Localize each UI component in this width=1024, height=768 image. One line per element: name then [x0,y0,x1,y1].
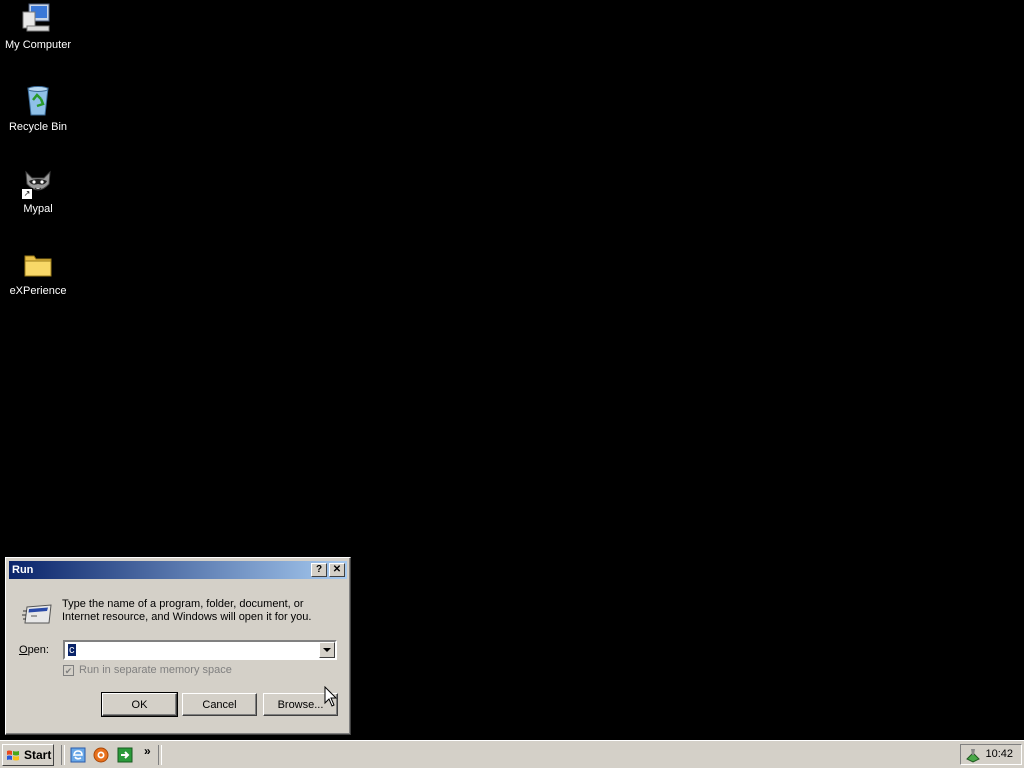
taskbar-separator [158,745,162,765]
desktop-icon-mypal[interactable]: ↗ Mypal [0,166,76,215]
dialog-title: Run [12,564,34,576]
mouse-cursor-icon [324,685,338,708]
taskbar: Start » 10:42 [0,740,1024,768]
desktop-icon-my-computer[interactable]: My Computer [0,2,76,51]
quicklaunch-chevron[interactable]: » [144,744,151,758]
folder-icon [21,248,55,282]
my-computer-icon [21,2,55,36]
taskbar-separator [61,745,65,765]
start-label: Start [24,748,52,762]
desktop-icon-recycle-bin[interactable]: Recycle Bin [0,84,76,133]
desktop-icon-label: Recycle Bin [8,121,68,133]
recycle-bin-icon [21,84,55,118]
run-program-icon [21,601,55,625]
safely-remove-hardware-icon[interactable] [965,747,981,763]
run-dialog: Run ? ✕ Type the name of a program, fold… [5,557,351,735]
help-button[interactable]: ? [311,563,327,577]
open-combobox[interactable]: c [63,640,337,660]
desktop-icon-label: Mypal [23,203,53,215]
show-desktop-icon[interactable] [117,747,133,763]
internet-explorer-icon[interactable] [70,747,86,763]
system-tray: 10:42 [960,744,1022,765]
cancel-button[interactable]: Cancel [182,693,257,716]
start-button[interactable]: Start [2,744,54,766]
shortcut-arrow-icon: ↗ [21,188,33,200]
separate-memory-label: Run in separate memory space [79,664,232,676]
ok-button[interactable]: OK [101,692,178,717]
mypal-browser-icon[interactable] [93,747,109,763]
title-bar[interactable]: Run ? ✕ [9,561,347,579]
close-button[interactable]: ✕ [329,563,345,577]
open-label: Open: [19,644,49,656]
run-description: Type the name of a program, folder, docu… [62,598,312,623]
desktop-icon-label: My Computer [4,39,72,51]
dropdown-arrow-button[interactable] [319,642,335,658]
chevron-down-icon [323,647,331,652]
desktop-icon-label: eXPerience [9,285,67,297]
desktop-icon-experience[interactable]: eXPerience [0,248,76,297]
windows-flag-icon [7,750,19,761]
clock[interactable]: 10:42 [985,748,1013,760]
mypal-raccoon-icon: ↗ [21,166,55,200]
open-input-value[interactable]: c [68,644,76,656]
separate-memory-checkbox[interactable]: ✔ [63,664,74,676]
separate-memory-checkbox-row[interactable]: ✔ Run in separate memory space [63,664,232,676]
